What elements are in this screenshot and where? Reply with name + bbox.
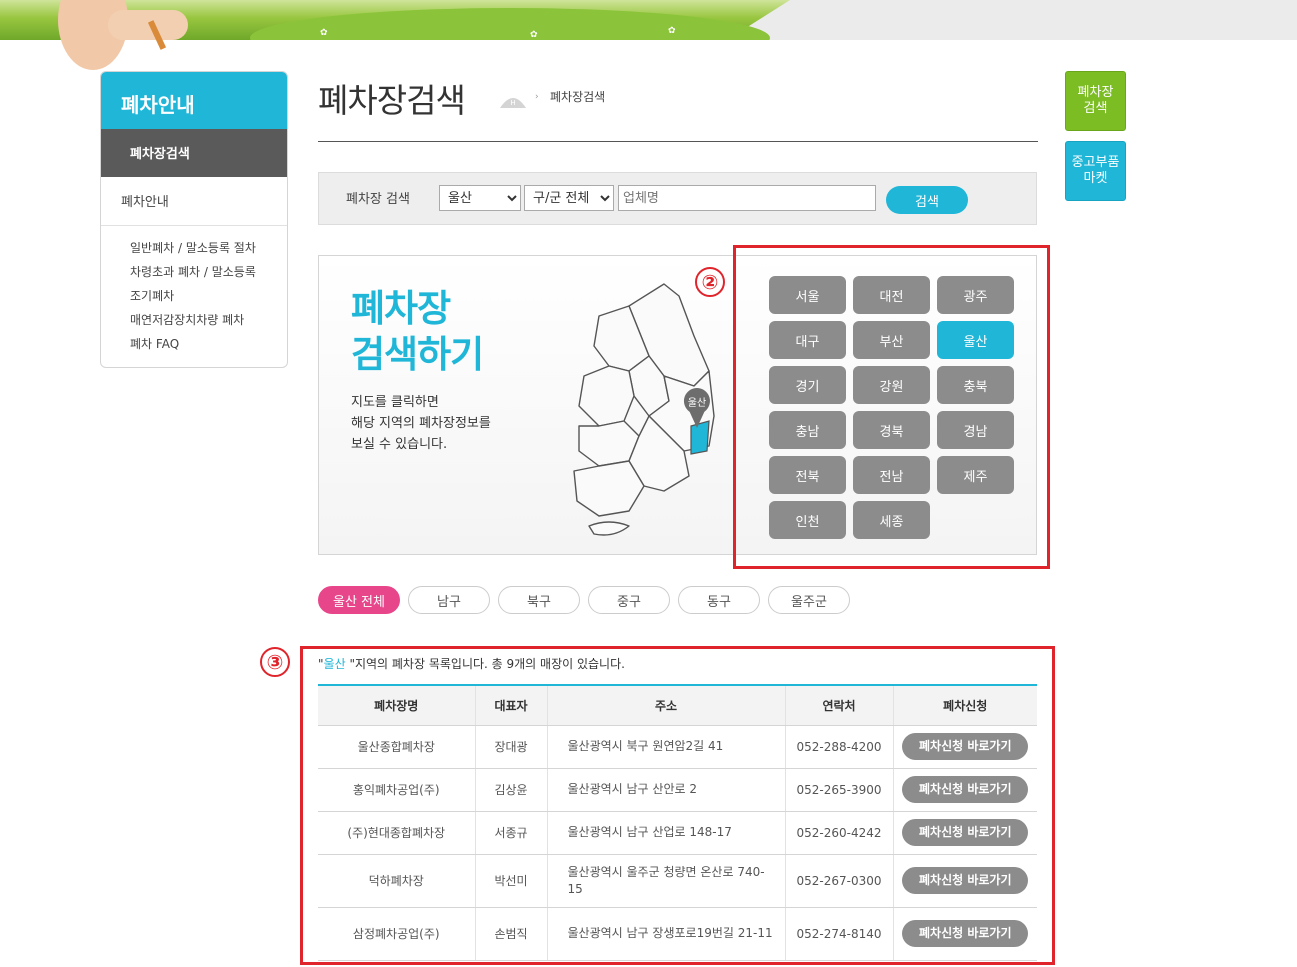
- top-banner: ✿ ✿ ✿: [0, 0, 1297, 40]
- apply-button[interactable]: 폐차신청 바로가기: [902, 920, 1029, 947]
- column-header-phone: 연락처: [785, 684, 894, 726]
- map-description-line: 해당 지역의 폐차장정보를: [351, 416, 491, 431]
- quick-scrapyard-search-button[interactable]: 폐차장 검색: [1065, 71, 1126, 131]
- scrapyard-table: 폐차장명 대표자 주소 연락처 폐차신청 울산종합폐차장 장대광 울산광역시 북…: [318, 684, 1037, 961]
- flower-icon: ✿: [668, 26, 676, 36]
- table-row: 홍익폐차공업(주) 김상윤 울산광역시 남구 산안로 2 052-265-390…: [318, 768, 1037, 812]
- map-heading-line: 폐차장: [351, 287, 451, 330]
- cell-address: 울산광역시 북구 원연암2길 41: [547, 725, 786, 769]
- cell-owner: 장대광: [475, 725, 548, 769]
- korea-map[interactable]: 울산: [569, 276, 729, 546]
- cell-phone: 052-274-8140: [785, 907, 894, 961]
- cell-apply: 폐차신청 바로가기: [893, 725, 1037, 769]
- cell-name: 덕하폐차장: [318, 854, 476, 908]
- district-chip-buk-gu[interactable]: 북구: [498, 586, 580, 614]
- cell-address: 울산광역시 남구 장생포로19번길 21-11: [547, 907, 786, 961]
- apply-button[interactable]: 폐차신청 바로가기: [902, 733, 1029, 760]
- sidebar-subitem[interactable]: 차령초과 폐차 / 말소등록: [130, 260, 287, 284]
- cell-name: 홍익폐차공업(주): [318, 768, 476, 812]
- results-caption: "울산 "지역의 폐차장 목록입니다. 총 9개의 매장이 있습니다.: [318, 655, 625, 672]
- cell-phone: 052-260-4242: [785, 811, 894, 855]
- map-description-line: 보실 수 있습니다.: [351, 437, 448, 452]
- annotation-box-region-buttons: [733, 245, 1050, 569]
- map-heading-line: 검색하기: [351, 333, 484, 376]
- flower-icon: ✿: [530, 30, 538, 40]
- table-header-row: 폐차장명 대표자 주소 연락처 폐차신청: [318, 684, 1037, 726]
- column-header-owner: 대표자: [475, 684, 548, 726]
- table-row: 울산종합폐차장 장대광 울산광역시 북구 원연암2길 41 052-288-42…: [318, 725, 1037, 769]
- svg-text:H: H: [510, 99, 515, 107]
- district-chip-all[interactable]: 울산 전체: [318, 586, 400, 614]
- banner-child-illustration: [58, 0, 188, 72]
- map-heading: 폐차장 검색하기: [351, 286, 484, 378]
- home-icon[interactable]: H: [498, 90, 528, 110]
- sidebar: 폐차안내 폐차장검색 폐차안내 일반폐차 / 말소등록 절차 차령초과 폐차 /…: [100, 71, 288, 368]
- cell-apply: 폐차신청 바로가기: [893, 811, 1037, 855]
- search-bar: 폐차장 검색 울산 구/군 전체 검색: [318, 172, 1037, 225]
- search-label: 폐차장 검색: [346, 192, 410, 207]
- sidebar-item-scrapping-guide[interactable]: 폐차안내: [101, 177, 287, 226]
- district-select[interactable]: 구/군 전체: [524, 185, 614, 211]
- cell-name: 삼정폐차공업(주): [318, 907, 476, 961]
- map-region-jeju: [588, 521, 630, 536]
- cell-phone: 052-265-3900: [785, 768, 894, 812]
- sidebar-subitem[interactable]: 조기폐차: [130, 284, 287, 308]
- column-header-address: 주소: [547, 684, 786, 726]
- map-region-ulsan: [690, 420, 710, 455]
- caption-text: "지역의 폐차장 목록입니다. 총 9개의 매장이 있습니다.: [345, 657, 625, 671]
- map-region-chungnam: [578, 365, 635, 427]
- page-title: 폐차장검색: [318, 81, 466, 120]
- cell-address: 울산광역시 울주군 청량면 온산로 740-15: [547, 854, 786, 908]
- apply-button[interactable]: 폐차신청 바로가기: [902, 776, 1029, 803]
- district-chip-dong-gu[interactable]: 동구: [678, 586, 760, 614]
- district-chip-nam-gu[interactable]: 남구: [408, 586, 490, 614]
- column-header-apply: 폐차신청: [893, 684, 1037, 726]
- breadcrumb-arrow-icon: ›: [535, 92, 539, 102]
- cell-apply: 폐차신청 바로가기: [893, 768, 1037, 812]
- company-name-input[interactable]: [618, 185, 876, 211]
- cell-phone: 052-288-4200: [785, 725, 894, 769]
- sidebar-subitem[interactable]: 일반폐차 / 말소등록 절차: [130, 236, 287, 260]
- cell-address: 울산광역시 남구 산안로 2: [547, 768, 786, 812]
- cell-owner: 서종규: [475, 811, 548, 855]
- column-header-name: 폐차장명: [318, 684, 476, 726]
- apply-button[interactable]: 폐차신청 바로가기: [902, 867, 1029, 894]
- district-chip-ulju-gun[interactable]: 울주군: [768, 586, 850, 614]
- map-region-jeonnam: [573, 460, 645, 517]
- annotation-number: ③: [260, 647, 290, 677]
- sidebar-item-scrapyard-search[interactable]: 폐차장검색: [101, 129, 287, 177]
- sidebar-subitem[interactable]: 매연저감장치차량 폐차: [130, 308, 287, 332]
- cell-apply: 폐차신청 바로가기: [893, 854, 1037, 908]
- search-button[interactable]: 검색: [886, 186, 968, 214]
- table-row: 덕하폐차장 박선미 울산광역시 울주군 청량면 온산로 740-15 052-2…: [318, 854, 1037, 908]
- cell-owner: 손범직: [475, 907, 548, 961]
- svg-text:울산: 울산: [688, 397, 706, 409]
- cell-apply: 폐차신청 바로가기: [893, 907, 1037, 961]
- flower-icon: ✿: [320, 28, 328, 38]
- table-row: 삼정폐차공업(주) 손범직 울산광역시 남구 장생포로19번길 21-11 05…: [318, 907, 1037, 961]
- apply-button[interactable]: 폐차신청 바로가기: [902, 819, 1029, 846]
- map-description: 지도를 클릭하면 해당 지역의 폐차장정보를 보실 수 있습니다.: [351, 392, 491, 455]
- sidebar-subitem[interactable]: 폐차 FAQ: [130, 332, 287, 356]
- cell-phone: 052-267-0300: [785, 854, 894, 908]
- caption-region: 울산: [323, 657, 346, 671]
- quick-used-parts-market-button[interactable]: 중고부품 마켓: [1065, 141, 1126, 201]
- city-select[interactable]: 울산: [439, 185, 521, 211]
- title-divider: [318, 141, 1038, 142]
- cell-name: 울산종합폐차장: [318, 725, 476, 769]
- cell-address: 울산광역시 남구 산업로 148-17: [547, 811, 786, 855]
- map-description-line: 지도를 클릭하면: [351, 395, 439, 410]
- sidebar-sub-list: 일반폐차 / 말소등록 절차 차령초과 폐차 / 말소등록 조기폐차 매연저감장…: [101, 226, 287, 356]
- cell-owner: 박선미: [475, 854, 548, 908]
- cell-name: (주)현대종합폐차장: [318, 811, 476, 855]
- cell-owner: 김상윤: [475, 768, 548, 812]
- breadcrumb: 폐차장검색: [550, 90, 606, 104]
- table-row: (주)현대종합폐차장 서종규 울산광역시 남구 산업로 148-17 052-2…: [318, 811, 1037, 855]
- sidebar-title: 폐차안내: [101, 72, 287, 129]
- district-chip-jung-gu[interactable]: 중구: [588, 586, 670, 614]
- annotation-number: ②: [695, 267, 725, 297]
